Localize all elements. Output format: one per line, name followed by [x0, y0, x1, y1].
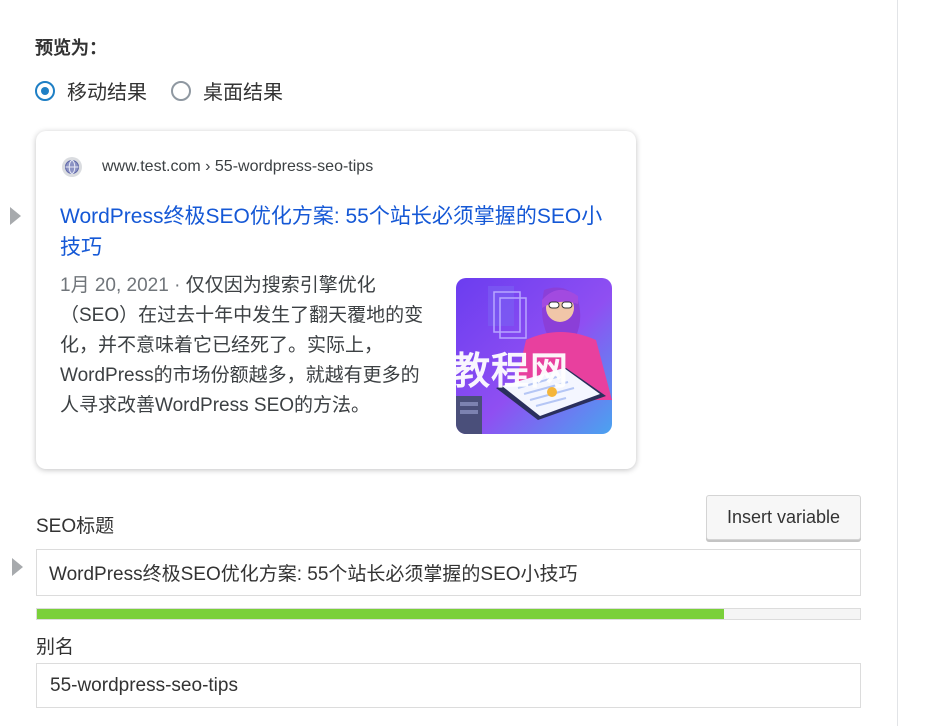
right-panel-border: [897, 0, 898, 726]
serp-date: 1月 20, 2021: [60, 275, 169, 296]
preview-mode-radio-group: 移动结果 桌面结果: [35, 76, 307, 105]
seo-title-length-progress: [36, 608, 861, 620]
expand-caret-icon[interactable]: [10, 207, 21, 225]
slug-input[interactable]: [36, 663, 861, 708]
seo-title-input[interactable]: [36, 549, 861, 596]
serp-title-link[interactable]: WordPress终极SEO优化方案: 55个站长必须掌握的SEO小技巧: [60, 201, 620, 263]
serp-preview-card: www.test.com › 55-wordpress-seo-tips Wor…: [36, 131, 636, 469]
radio-mobile-result[interactable]: 移动结果: [35, 76, 147, 105]
watermark-text: 教程网: [452, 349, 570, 393]
expand-caret-icon[interactable]: [12, 558, 23, 576]
seo-title-progress-fill: [37, 609, 725, 619]
radio-desktop-label: 桌面结果: [203, 82, 283, 104]
radio-mobile-label: 移动结果: [67, 82, 147, 104]
preview-as-label: 预览为：: [35, 38, 107, 58]
radio-desktop-indicator[interactable]: [171, 80, 191, 101]
insert-variable-button[interactable]: Insert variable: [706, 495, 861, 540]
serp-url-row: www.test.com › 55-wordpress-seo-tips: [62, 157, 373, 177]
radio-desktop-result[interactable]: 桌面结果: [171, 76, 283, 105]
radio-mobile-indicator[interactable]: [35, 80, 55, 101]
serp-url[interactable]: www.test.com › 55-wordpress-seo-tips: [102, 158, 373, 176]
seo-title-label: SEO标题: [36, 516, 115, 537]
serp-snippet: 1月 20, 2021 · 仅仅因为搜索引擎优化（SEO）在过去十年中发生了翻天…: [60, 271, 430, 421]
serp-date-separator: ·: [168, 275, 186, 296]
serp-snippet-text: 仅仅因为搜索引擎优化（SEO）在过去十年中发生了翻天覆地的变化，并不意味着它已经…: [60, 275, 424, 416]
globe-icon: [62, 157, 82, 177]
slug-label: 别名: [36, 637, 75, 658]
